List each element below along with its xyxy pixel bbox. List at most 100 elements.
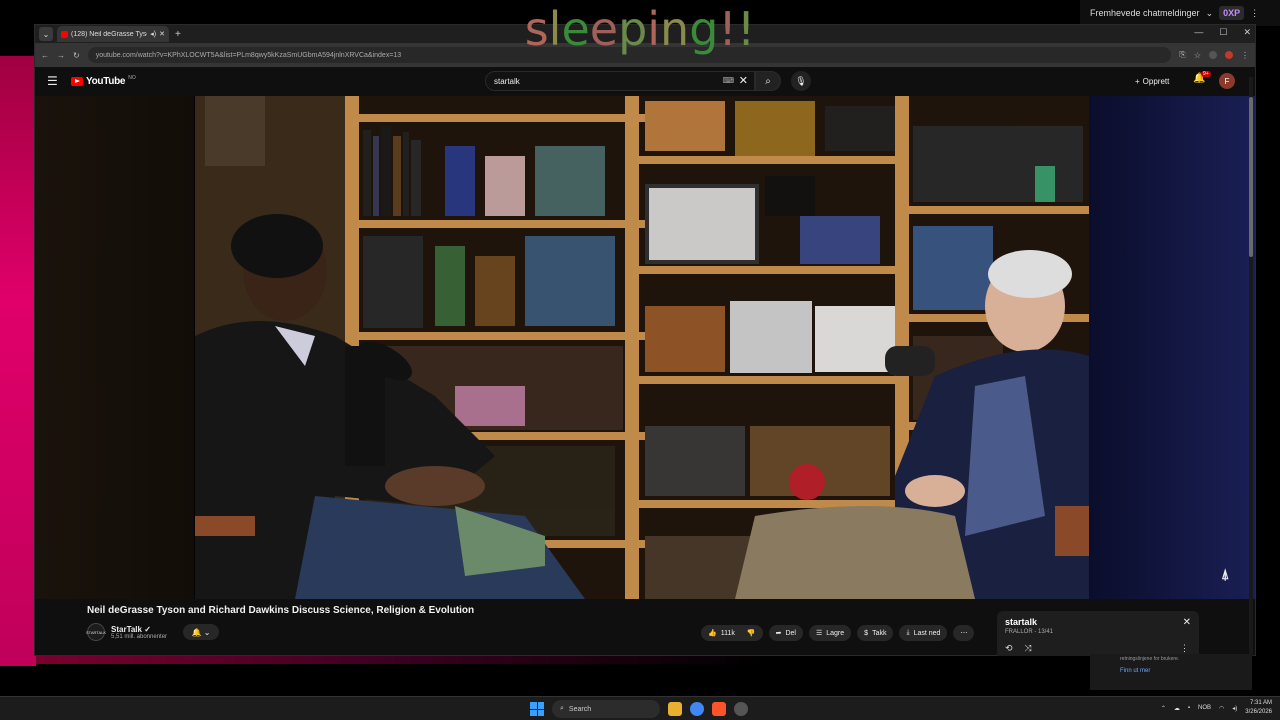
video-scene (195, 96, 1089, 599)
background-strip (36, 656, 1256, 664)
download-icon: ⤓ (906, 629, 910, 636)
back-icon[interactable]: ← (41, 51, 49, 60)
create-button[interactable]: + Opprett (1135, 72, 1169, 90)
tab-search-button[interactable]: ⌄ (39, 27, 53, 41)
search-input[interactable]: startalk ⌨ ✕ (485, 71, 755, 91)
address-bar: ← → ↻ youtube.com/watch?v=KPhXLOCWT5A&li… (35, 43, 1255, 67)
chevron-down-icon: ⌄ (203, 627, 211, 637)
background-stream-graphic (0, 56, 36, 666)
forward-icon[interactable]: → (57, 51, 65, 60)
page-scrollbar[interactable] (1249, 77, 1253, 657)
share-button[interactable]: ➦ Del (768, 625, 803, 641)
search-value: startalk (494, 76, 520, 86)
youtube-logo[interactable]: YouTube NO (71, 75, 136, 87)
playlist-more-icon[interactable]: ⋮ (1180, 643, 1189, 654)
more-icon[interactable]: ⋮ (1250, 8, 1259, 19)
thanks-icon: $ (864, 629, 869, 637)
clock[interactable]: 7:31 AM 3/26/2026 (1245, 699, 1272, 717)
channel-name[interactable]: StarTalk ✓ (111, 625, 167, 634)
search-button[interactable]: ⌕ (755, 71, 781, 91)
download-button[interactable]: ⤓ Last ned (899, 625, 948, 641)
share-label: Del (785, 629, 796, 637)
loop-icon[interactable]: ⟲ (1005, 643, 1013, 654)
clear-search-icon[interactable]: ✕ (739, 74, 748, 87)
thumbs-up-icon: 👍 (708, 630, 717, 637)
learn-more-link[interactable]: Finn ut mer (1120, 668, 1222, 674)
video-player[interactable]: ⍋ (35, 96, 1255, 599)
bookmark-star-icon[interactable]: ☆ (1194, 51, 1201, 60)
channel-info: STARTALK StarTalk ✓ 5,51 mill. abonnente… (86, 623, 220, 641)
cloud-icon[interactable]: ☁ (1174, 705, 1180, 712)
more-icon: ⋯ (960, 630, 968, 637)
thanks-button[interactable]: $ Takk (857, 625, 894, 641)
playlist-title[interactable]: startalk (1005, 617, 1191, 627)
shuffle-icon[interactable]: ⤨ (1025, 643, 1032, 654)
notification-badge: 9+ (1201, 71, 1211, 77)
playlist-controls: ⟲ ⤨ (1005, 643, 1032, 654)
account-avatar[interactable]: F (1219, 73, 1235, 89)
chrome-icon[interactable] (690, 702, 704, 716)
channel-avatar[interactable]: STARTALK (86, 623, 106, 641)
thanks-label: Takk (872, 629, 887, 637)
save-icon: ☰ (815, 630, 823, 637)
like-button[interactable]: 👍 111k 👎 (701, 625, 763, 641)
hamburger-menu-icon[interactable]: ☰ (47, 74, 67, 88)
playlist-subtitle: FRALLOR - 13/41 (1005, 629, 1054, 635)
logo-country: NO (128, 75, 136, 81)
search-icon: ⌕ (765, 75, 771, 87)
screen: Fremhevede chatmeldinger ⌄ 0XP ⋮ ⌄ (128)… (0, 0, 1280, 720)
video-frame[interactable] (195, 96, 1089, 599)
flag-icon[interactable]: ▪ (1188, 705, 1190, 711)
taskbar-search-label: Search (568, 705, 592, 713)
windows-start-icon[interactable] (530, 702, 544, 716)
minimize-button[interactable]: — (1194, 27, 1203, 38)
youtube-favicon-icon (61, 30, 68, 38)
mic-icon: 🎙 (795, 75, 807, 86)
browser-menu-icon[interactable]: ⋮ (1241, 51, 1249, 60)
chevron-down-icon[interactable]: ⌄ (1206, 8, 1214, 19)
close-tab-icon[interactable]: ✕ (159, 30, 165, 38)
maximize-button[interactable]: ☐ (1219, 27, 1227, 38)
subscribe-bell-button[interactable]: 🔔 ⌄ (183, 624, 220, 640)
volume-icon[interactable]: ◂) (1232, 705, 1237, 712)
file-explorer-icon[interactable] (668, 702, 682, 716)
url-field[interactable]: youtube.com/watch?v=KPhXLOCWT5A&list=PLm… (87, 47, 1172, 63)
install-icon[interactable]: ⎘ (1179, 50, 1185, 60)
stream-overlay-bar: Fremhevede chatmeldinger ⌄ 0XP ⋮ (1080, 0, 1280, 26)
more-actions-button[interactable]: ⋯ (953, 625, 975, 641)
bell-icon: 🔔 (191, 627, 202, 637)
keyboard-icon[interactable]: ⌨ (722, 76, 734, 85)
taskbar-apps: ⌕ Search (530, 700, 748, 718)
verified-icon: ✓ (144, 624, 151, 634)
tab-active[interactable]: (128) Neil deGrasse Tyson a ◂) ✕ (57, 26, 169, 42)
chevron-up-icon[interactable]: ⌃ (1161, 705, 1166, 712)
close-playlist-icon[interactable]: ✕ (1183, 617, 1191, 628)
featured-chat-label[interactable]: Fremhevede chatmeldinger (1090, 8, 1200, 18)
profile-icon[interactable] (1225, 51, 1233, 59)
date: 3/26/2026 (1245, 709, 1272, 715)
brave-icon[interactable] (712, 702, 726, 716)
url-text: youtube.com/watch?v=KPhXLOCWT5A&list=PLm… (95, 51, 402, 59)
new-tab-button[interactable]: + (173, 29, 181, 40)
speaker-icon[interactable]: ◂) (150, 30, 156, 38)
playlist-panel: startalk FRALLOR - 13/41 ✕ ⟲ ⤨ ⋮ (997, 611, 1199, 657)
extension-icon[interactable] (1209, 51, 1217, 59)
download-label: Last ned (913, 629, 941, 637)
taskbar: ⌕ Search ⌃ ☁ ▪ NOB ◠ ◂) 7:31 AM 3/26/2026 (0, 696, 1280, 720)
reload-icon[interactable]: ↻ (73, 51, 80, 60)
taskbar-search[interactable]: ⌕ Search (552, 700, 660, 718)
video-actions: 👍 111k 👎 ➦ Del ☰ Lagre $ Takk ⤓ Last ned ⋯ (701, 625, 975, 641)
voice-search-button[interactable]: 🎙 (791, 71, 811, 91)
logo-text: YouTube (86, 75, 126, 87)
subscriber-count: 5,51 mill. abonnenter (111, 633, 168, 640)
language-indicator[interactable]: NOB (1198, 705, 1211, 711)
app-icon[interactable] (734, 702, 748, 716)
search-icon: ⌕ (560, 705, 564, 712)
save-button[interactable]: ☰ Lagre (808, 625, 852, 641)
time: 7:31 AM (1249, 700, 1272, 706)
scroll-thumb[interactable] (1249, 97, 1253, 257)
wifi-icon[interactable]: ◠ (1219, 705, 1224, 712)
thumbs-down-icon[interactable]: 👎 (747, 629, 756, 637)
close-window-button[interactable]: ✕ (1243, 27, 1251, 38)
window-controls: — ☐ ✕ (1194, 27, 1251, 38)
